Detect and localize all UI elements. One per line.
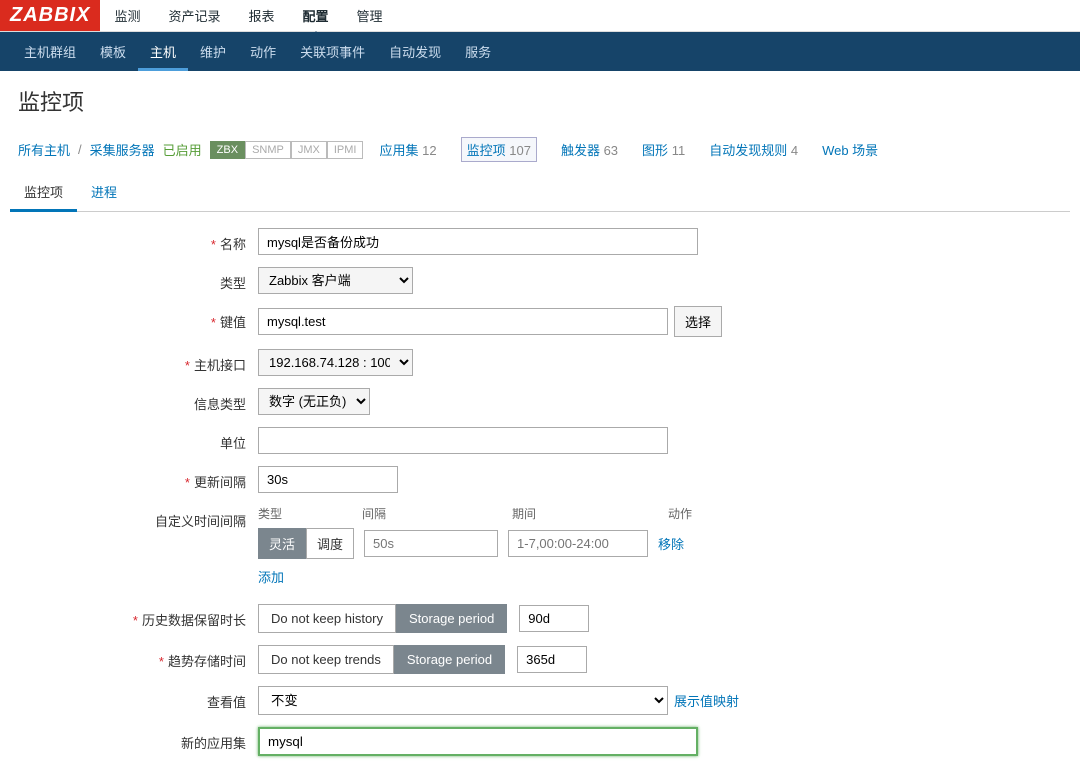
select-type[interactable]: Zabbix 客户端 — [258, 267, 413, 294]
badge-snmp: SNMP — [245, 141, 291, 159]
interval-type-toggle: 灵活 调度 — [258, 528, 354, 559]
history-storage[interactable]: Storage period — [396, 604, 507, 633]
breadcrumb: 所有主机 / 采集服务器 已启用 ZBX SNMP JMX IPMI 应用集 1… — [0, 131, 1080, 174]
bc-graphs[interactable]: 图形 11 — [642, 140, 685, 159]
label-key: 键值 — [220, 315, 246, 330]
tab-monitor-item[interactable]: 监控项 — [10, 174, 77, 212]
menu-reports[interactable]: 报表 — [234, 0, 288, 31]
bc-web[interactable]: Web 场景 — [822, 140, 878, 159]
input-update[interactable] — [258, 466, 398, 493]
select-key-button[interactable]: 选择 — [674, 306, 722, 337]
subnav-hostgroups[interactable]: 主机群组 — [12, 32, 88, 71]
badge-zbx: ZBX — [210, 141, 245, 159]
subnav-hosts[interactable]: 主机 — [138, 32, 188, 71]
label-host-if: 主机接口 — [194, 358, 246, 373]
input-key[interactable] — [258, 308, 668, 335]
trend-no-keep[interactable]: Do not keep trends — [258, 645, 394, 674]
col-action: 动作 — [668, 505, 692, 522]
bc-applications[interactable]: 应用集 12 — [379, 140, 436, 159]
label-custom: 自定义时间间隔 — [155, 514, 246, 529]
select-show-value[interactable]: 不变 — [258, 686, 668, 715]
col-interval: 间隔 — [362, 505, 502, 522]
label-unit: 单位 — [220, 436, 246, 451]
page-title: 监控项 — [0, 71, 1080, 131]
row-unit: 单位 — [18, 427, 1062, 454]
bc-host[interactable]: 采集服务器 — [90, 140, 155, 159]
remove-interval[interactable]: 移除 — [658, 534, 684, 553]
tabs: 监控项 进程 — [10, 174, 1070, 212]
row-custom-interval: 自定义时间间隔 类型 间隔 期间 动作 灵活 调度 移除 — [18, 505, 1062, 586]
menu-monitor[interactable]: 监测 — [100, 0, 154, 31]
toggle-scheduling[interactable]: 调度 — [306, 528, 354, 559]
row-host-if: *主机接口 192.168.74.128 : 10050 — [18, 349, 1062, 376]
label-history: 历史数据保留时长 — [142, 613, 246, 628]
input-period[interactable] — [508, 530, 648, 557]
row-show-value: 查看值 不变 展示值映射 — [18, 686, 1062, 715]
badge-jmx: JMX — [291, 141, 327, 159]
row-name: *名称 — [18, 228, 1062, 255]
bc-items[interactable]: 监控项 107 — [461, 137, 537, 162]
label-info-type: 信息类型 — [194, 397, 246, 412]
bc-triggers[interactable]: 触发器 63 — [561, 140, 618, 159]
input-name[interactable] — [258, 228, 698, 255]
logo: ZABBIX — [0, 0, 100, 31]
row-update: *更新间隔 — [18, 466, 1062, 493]
input-interval[interactable] — [364, 530, 498, 557]
menu-config[interactable]: 配置 — [289, 0, 343, 31]
row-new-app: 新的应用集 — [18, 727, 1062, 756]
subnav-maintenance[interactable]: 维护 — [188, 32, 238, 71]
input-history[interactable] — [519, 605, 589, 632]
history-no-keep[interactable]: Do not keep history — [258, 604, 396, 633]
bc-status: 已启用 — [163, 140, 202, 159]
row-key: *键值 选择 — [18, 306, 1062, 337]
col-type: 类型 — [258, 505, 352, 522]
label-show-value: 查看值 — [207, 695, 246, 710]
add-interval[interactable]: 添加 — [258, 567, 692, 586]
input-new-app[interactable] — [258, 727, 698, 756]
sub-nav: 主机群组 模板 主机 维护 动作 关联项事件 自动发现 服务 — [0, 32, 1080, 71]
item-form: *名称 类型 Zabbix 客户端 *键值 选择 *主机接口 192.168.7… — [0, 212, 1080, 784]
col-period: 期间 — [512, 505, 658, 522]
row-trend: *趋势存储时间 Do not keep trends Storage perio… — [18, 645, 1062, 674]
row-history: *历史数据保留时长 Do not keep history Storage pe… — [18, 604, 1062, 633]
top-menu: 监测 资产记录 报表 配置 管理 — [100, 0, 396, 31]
row-info-type: 信息类型 数字 (无正负) — [18, 388, 1062, 415]
label-name: 名称 — [220, 237, 246, 252]
row-type: 类型 Zabbix 客户端 — [18, 267, 1062, 294]
show-value-maps-link[interactable]: 展示值映射 — [674, 691, 739, 710]
toggle-flexible[interactable]: 灵活 — [258, 528, 306, 559]
label-type: 类型 — [220, 276, 246, 291]
menu-inventory[interactable]: 资产记录 — [154, 0, 234, 31]
bc-all-hosts[interactable]: 所有主机 — [18, 140, 70, 159]
subnav-correlation[interactable]: 关联项事件 — [288, 32, 377, 71]
select-info-type[interactable]: 数字 (无正负) — [258, 388, 370, 415]
menu-admin[interactable]: 管理 — [343, 0, 397, 31]
subnav-actions[interactable]: 动作 — [238, 32, 288, 71]
input-trend[interactable] — [517, 646, 587, 673]
select-host-if[interactable]: 192.168.74.128 : 10050 — [258, 349, 413, 376]
trend-storage[interactable]: Storage period — [394, 645, 505, 674]
subnav-discovery[interactable]: 自动发现 — [377, 32, 453, 71]
input-unit[interactable] — [258, 427, 668, 454]
bc-sep: / — [78, 142, 82, 157]
label-new-app: 新的应用集 — [181, 736, 246, 751]
subnav-templates[interactable]: 模板 — [88, 32, 138, 71]
bc-discovery-rules[interactable]: 自动发现规则 4 — [709, 140, 798, 159]
subnav-services[interactable]: 服务 — [453, 32, 503, 71]
bc-badges: ZBX SNMP JMX IPMI — [210, 141, 364, 159]
badge-ipmi: IPMI — [327, 141, 364, 159]
label-update: 更新间隔 — [194, 475, 246, 490]
tab-process[interactable]: 进程 — [77, 174, 131, 211]
top-nav: ZABBIX 监测 资产记录 报表 配置 管理 — [0, 0, 1080, 32]
